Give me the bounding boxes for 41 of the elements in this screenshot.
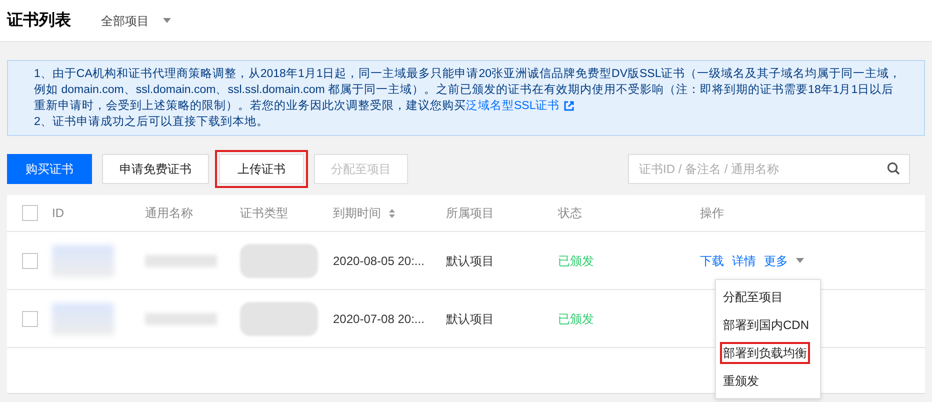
search-icon[interactable] xyxy=(887,162,900,175)
column-header: 所属项目 xyxy=(446,205,494,222)
toolbar-button[interactable]: 申请免费证书 xyxy=(102,154,209,184)
page-title: 证书列表 xyxy=(7,10,71,30)
action-link[interactable]: 详情 xyxy=(732,252,756,270)
project-name: 默认项目 xyxy=(446,312,494,326)
column-header: 操作 xyxy=(700,205,724,222)
action-link[interactable]: 下载 xyxy=(700,252,724,270)
action-link[interactable]: 更多 xyxy=(764,252,788,270)
menu-item[interactable]: 部署到国内CDN xyxy=(722,316,810,334)
blurred-id xyxy=(52,302,114,334)
caret-icon xyxy=(796,258,804,263)
column-header: 证书类型 xyxy=(240,205,288,222)
caret-icon xyxy=(163,18,171,23)
checkbox[interactable] xyxy=(22,205,38,221)
notice-text: 1、由于CA机构和证书代理商策略调整，从2018年1月1日起，同一主域最多只能申请20张亚洲诚信品牌免费型DV版SSL证书（一级域名及其子域名均属于同一主域，例如 domain.com、ssl.domain.com、ssl.ssl.domain.com 都属于同一主域）。之前已颁发的证书在有效期内使用不受影响（注：即将到期的证书需要18年1月1日以后重新申请时，会受到上述策略的限制）。若您的业务因此次调整受限，建议您购买泛域名型SSL证书 xyxy=(34,66,902,114)
blurred-name xyxy=(145,254,217,266)
expiry-date: 2020-07-08 20:... xyxy=(333,312,424,326)
blurred-id xyxy=(52,244,114,276)
blurred-name xyxy=(145,312,217,324)
notice-link[interactable]: 泛域名型SSL证书 xyxy=(466,98,574,114)
search-field[interactable]: 证书ID / 备注名 / 通用名称 xyxy=(628,154,910,184)
sort-icon[interactable] xyxy=(389,208,395,218)
toolbar-button[interactable]: 上传证书 xyxy=(219,154,304,184)
checkbox[interactable] xyxy=(22,252,38,268)
column-header: 到期时间 xyxy=(333,205,381,222)
external-link-icon xyxy=(564,101,574,111)
column-header: 状态 xyxy=(558,205,582,222)
menu-item[interactable]: 分配至项目 xyxy=(722,288,784,306)
column-header: ID xyxy=(52,205,64,222)
status-text: 已颁发 xyxy=(558,254,594,268)
menu-item[interactable]: 部署到负载均衡 xyxy=(722,344,808,362)
project-dropdown[interactable]: 全部项目 xyxy=(101,12,171,30)
toolbar-button[interactable]: 购买证书 xyxy=(7,154,92,184)
expiry-date: 2020-08-05 20:... xyxy=(333,254,424,268)
menu-item[interactable]: 重颁发 xyxy=(722,372,760,390)
project-name: 默认项目 xyxy=(446,254,494,268)
status-text: 已颁发 xyxy=(558,312,594,326)
checkbox[interactable] xyxy=(22,310,38,326)
column-header: 通用名称 xyxy=(145,205,193,222)
notice-text: 2、证书申请成功之后可以直接下载到本地。 xyxy=(34,114,270,130)
